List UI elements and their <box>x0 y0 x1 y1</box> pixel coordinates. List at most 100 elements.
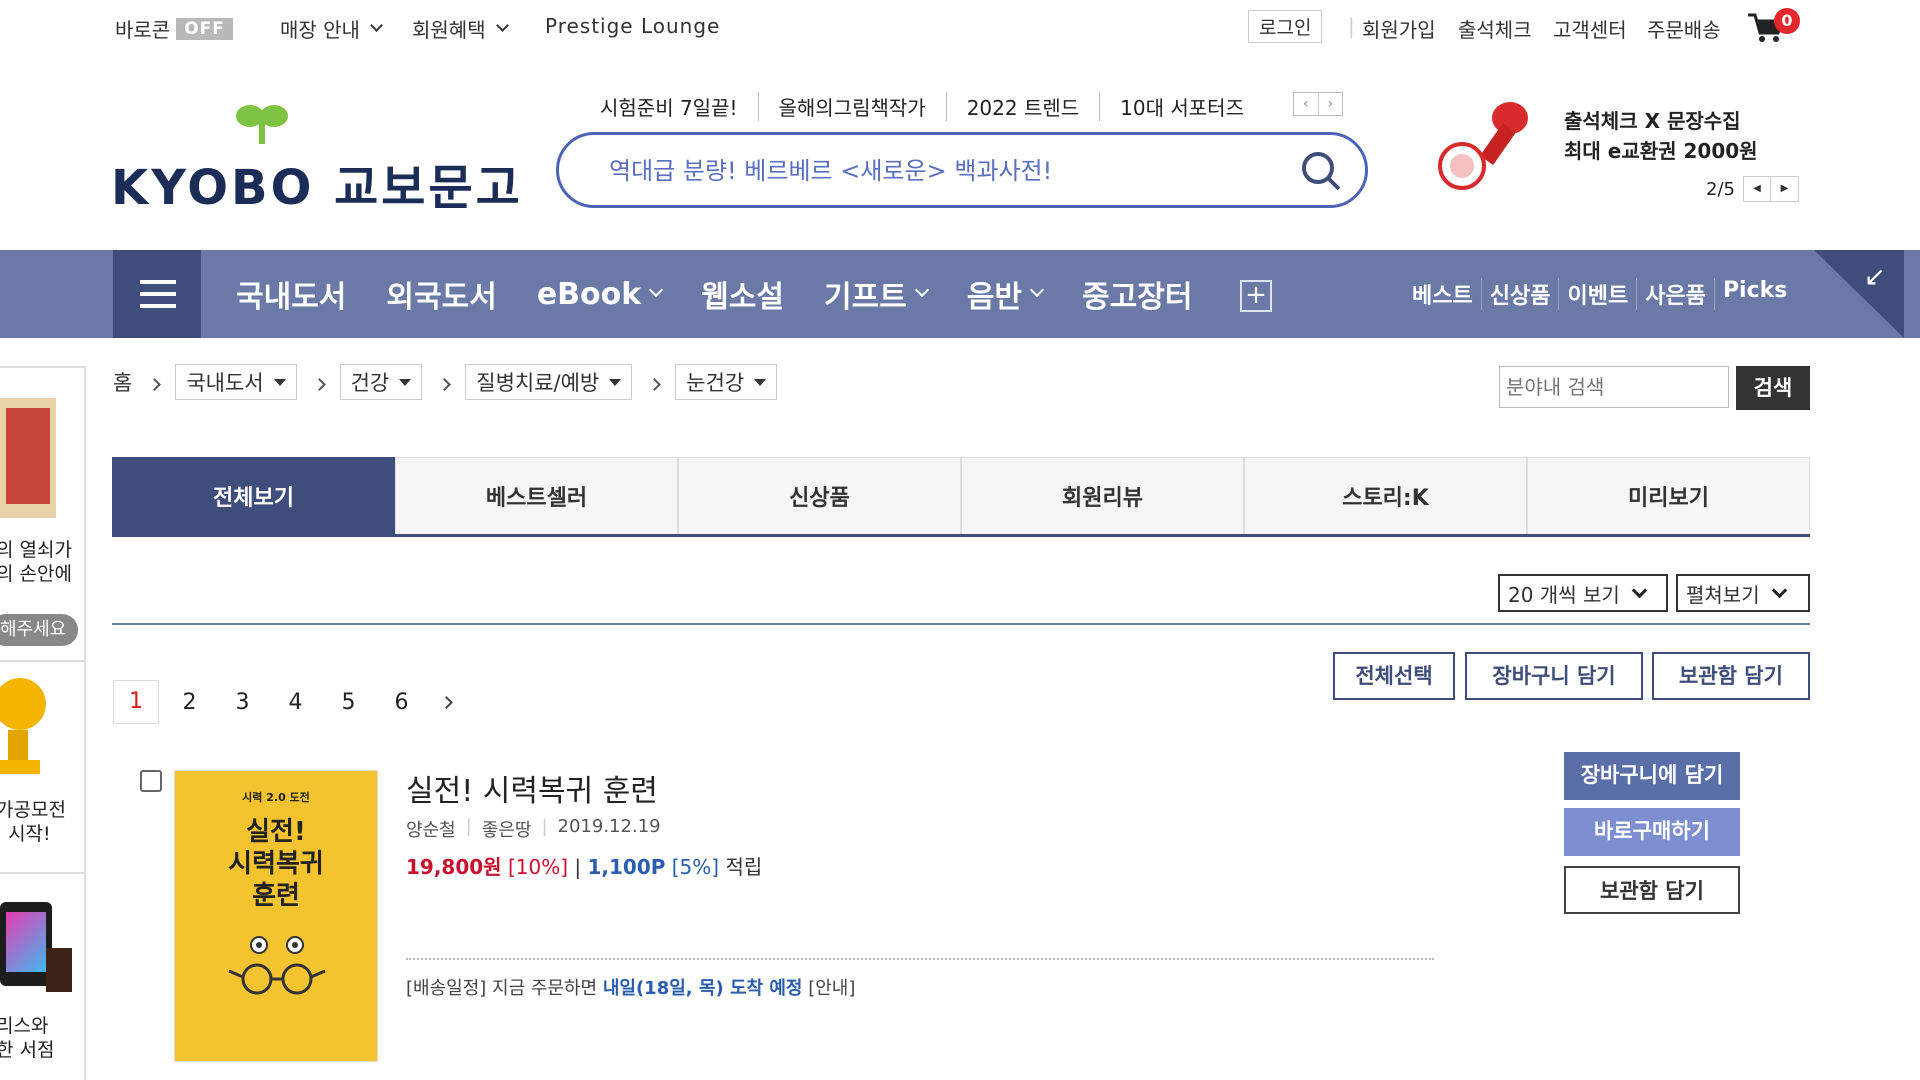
product-points-rate: [5%] <box>671 855 720 879</box>
attendance-link[interactable]: 출석체크 <box>1458 14 1532 43</box>
tab-bestseller[interactable]: 베스트셀러 <box>395 457 678 534</box>
breadcrumb-select-health[interactable]: 건강 <box>339 364 423 400</box>
product-title[interactable]: 실전! 시력복귀 훈련 <box>406 766 658 810</box>
prestige-lounge-link[interactable]: Prestige Lounge <box>545 14 720 38</box>
page-button[interactable]: 5 <box>322 690 375 715</box>
pagination: 1 2 3 4 5 6 <box>113 680 453 724</box>
plus-icon[interactable]: + <box>1240 280 1272 312</box>
wishlist-button[interactable]: 보관함 담기 <box>1564 866 1740 914</box>
nav-link-new[interactable]: 신상품 <box>1480 278 1559 310</box>
per-page-select[interactable]: 20 개씩 보기 <box>1498 574 1668 612</box>
caret-down-icon <box>609 378 622 386</box>
promo-banner[interactable]: 출석체크 X 문장수집 최대 e교환권 2000원 <box>1564 106 1758 166</box>
list-tabs: 전체보기 베스트셀러 신상품 회원리뷰 스토리:K 미리보기 <box>112 457 1810 537</box>
shipping-info-link[interactable]: [안내] <box>808 978 855 999</box>
cart-button[interactable]: 장바구니에 담기 <box>1564 752 1740 800</box>
view-mode-select[interactable]: 펼쳐보기 <box>1676 574 1810 612</box>
nav-categories: 국내도서 외국도서 eBook 웹소설 기프트 음반 중고장터 <box>236 272 1232 316</box>
divider: | <box>1348 14 1355 38</box>
book-cover[interactable]: 시력 2.0 도전 실전! 시력복귀 훈련 <box>174 770 378 1062</box>
product-points-label: 적립 <box>725 855 763 879</box>
breadcrumb-select-disease[interactable]: 질병치료/예방 <box>465 364 633 400</box>
chevron-down-icon <box>1029 282 1045 298</box>
divider <box>406 958 1434 960</box>
hamburger-menu-icon[interactable] <box>113 250 201 338</box>
select-all-button[interactable]: 전체선택 <box>1333 652 1455 700</box>
login-button[interactable]: 로그인 <box>1248 10 1323 43</box>
tab-new[interactable]: 신상품 <box>678 457 961 534</box>
ad-tablet-image[interactable] <box>0 902 52 986</box>
nav-item-foreign[interactable]: 외국도서 <box>386 272 496 316</box>
nav-item-used[interactable]: 중고장터 <box>1082 272 1192 316</box>
product-discount: [10%] <box>507 855 568 879</box>
ad-text: 의 열쇠가 <box>0 539 72 561</box>
nav-link-best[interactable]: 베스트 <box>1404 278 1481 310</box>
prev-arrow-icon[interactable]: ◀ <box>1742 176 1771 202</box>
product-publisher[interactable]: 좋은땅 <box>482 816 532 842</box>
nav-item-ebook[interactable]: eBook <box>536 272 664 316</box>
nav-item-gift[interactable]: 기프트 <box>824 272 929 316</box>
store-label: 매장 안내 <box>280 18 360 42</box>
tab-story-k[interactable]: 스토리:K <box>1244 457 1527 534</box>
nav-quick-links: 베스트 신상품 이벤트 사은품 Picks <box>1404 278 1795 310</box>
page-button[interactable]: 4 <box>269 690 322 715</box>
collapse-arrow-icon[interactable]: ↙ <box>1864 262 1886 292</box>
page-button[interactable]: 3 <box>216 690 269 715</box>
tab-preview[interactable]: 미리보기 <box>1527 457 1810 534</box>
next-arrow-icon[interactable]: ▶ <box>1770 176 1799 202</box>
kyobo-leaf-logo-icon <box>236 105 288 144</box>
divider <box>112 623 1810 625</box>
keyword-link[interactable]: 올해의그림책작가 <box>757 92 946 121</box>
trophy-icon <box>0 678 46 774</box>
baroon-toggle[interactable]: 바로콘 OFF <box>115 14 233 43</box>
category-search-input[interactable] <box>1499 366 1729 408</box>
kyobo-logo[interactable]: KYOBO 교보문고 <box>111 148 523 218</box>
breadcrumb: 홈 국내도서 건강 질병치료/예방 눈건강 <box>113 364 778 400</box>
page-button[interactable]: 1 <box>113 680 159 724</box>
nav-link-gift[interactable]: 사은품 <box>1636 278 1714 310</box>
product-points: 1,100P <box>587 855 666 879</box>
ad-pill-button[interactable]: 해주세요 <box>0 614 78 646</box>
chevron-right-icon[interactable]: › <box>1317 93 1343 115</box>
chevron-down-icon <box>1771 582 1787 598</box>
left-ad-rail: 의 열쇠가 의 손안에 해주세요 가공모전 · 시작! 리스와 한 서점 <box>0 366 86 1080</box>
customer-center-link[interactable]: 고객센터 <box>1553 14 1627 43</box>
tab-reviews[interactable]: 회원리뷰 <box>961 457 1244 534</box>
caret-down-icon <box>399 378 412 386</box>
chevron-down-icon <box>649 282 664 298</box>
buy-now-button[interactable]: 바로구매하기 <box>1564 808 1740 856</box>
tab-all[interactable]: 전체보기 <box>112 457 395 534</box>
nav-link-picks[interactable]: Picks <box>1713 278 1795 310</box>
breadcrumb-home[interactable]: 홈 <box>113 367 132 397</box>
nav-link-event[interactable]: 이벤트 <box>1558 278 1636 310</box>
chevron-right-icon <box>648 378 662 391</box>
product-author[interactable]: 양순철 <box>406 816 456 842</box>
add-to-cart-button[interactable]: 장바구니 담기 <box>1465 652 1643 700</box>
product-checkbox[interactable] <box>140 770 162 792</box>
chevron-left-icon[interactable]: ‹ <box>1294 93 1318 115</box>
off-badge[interactable]: OFF <box>176 17 233 40</box>
keyword-link[interactable]: 시험준비 7일끝! <box>600 92 758 121</box>
product-price: 19,800원 <box>406 855 502 879</box>
nav-item-webnovel[interactable]: 웹소설 <box>701 272 784 316</box>
order-delivery-link[interactable]: 주문배송 <box>1647 14 1721 43</box>
keyword-link[interactable]: 10대 서포터즈 <box>1099 92 1264 121</box>
store-menu[interactable]: 매장 안내 <box>280 14 383 43</box>
keyword-link[interactable]: 2022 트렌드 <box>945 92 1099 121</box>
next-page-icon[interactable] <box>440 695 453 709</box>
nav-label: eBook <box>536 276 642 312</box>
search-icon[interactable] <box>1299 149 1343 193</box>
breadcrumb-select-domestic[interactable]: 국내도서 <box>175 364 297 400</box>
chevron-right-icon <box>312 378 326 391</box>
ad-book-image[interactable] <box>0 398 56 518</box>
page-button[interactable]: 6 <box>375 690 428 715</box>
search-input[interactable] <box>609 151 1259 191</box>
join-link[interactable]: 회원가입 <box>1362 14 1436 43</box>
nav-item-domestic[interactable]: 국내도서 <box>236 272 346 316</box>
category-search-button[interactable]: 검색 <box>1736 366 1810 410</box>
breadcrumb-select-eye[interactable]: 눈건강 <box>675 364 778 400</box>
benefits-menu[interactable]: 회원혜택 <box>412 14 509 43</box>
page-button[interactable]: 2 <box>163 690 216 715</box>
nav-item-music[interactable]: 음반 <box>967 272 1045 316</box>
add-to-wishlist-button[interactable]: 보관함 담기 <box>1652 652 1810 700</box>
